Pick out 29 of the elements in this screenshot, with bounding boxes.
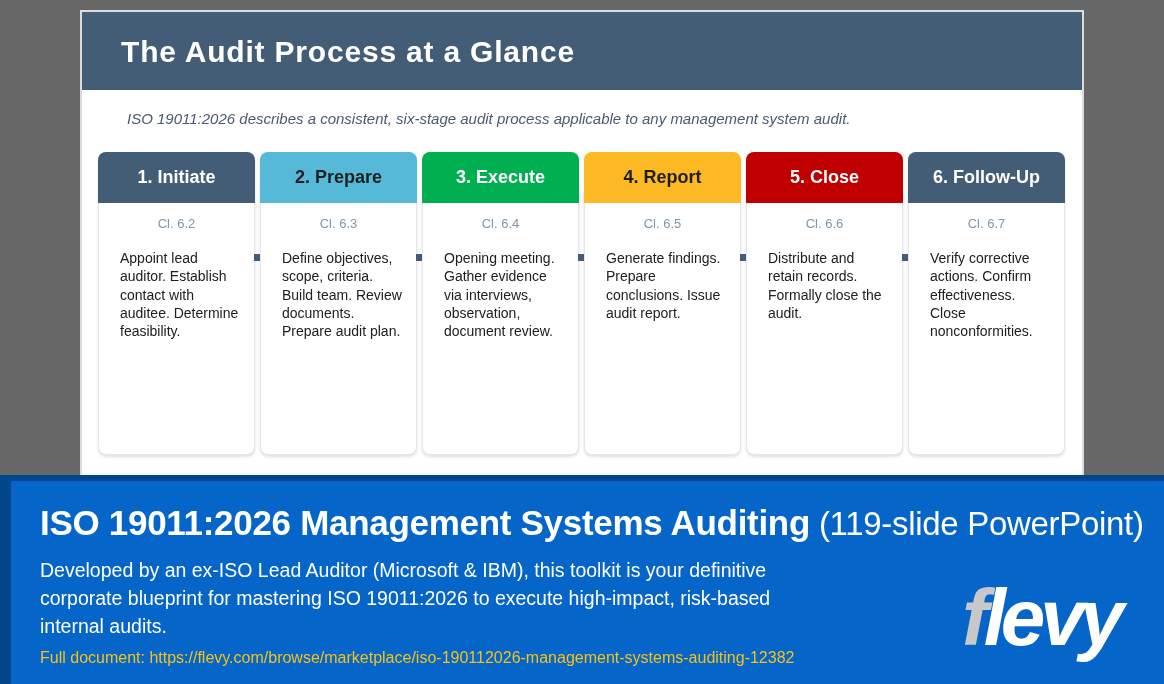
clause-reference: Cl. 6.6 xyxy=(804,216,845,232)
connector-marker-icon xyxy=(254,254,260,261)
stage-description: Opening meeting. Gather evidence via interviews, observation, document review. xyxy=(444,249,556,341)
stage-description: Define objectives, scope, criteria. Build team. Review documents. Prepare audit plan. xyxy=(282,249,403,341)
connector-marker-icon xyxy=(578,254,584,261)
stage-title: 5. Close xyxy=(746,152,903,203)
clause-reference: Cl. 6.5 xyxy=(642,216,683,232)
document-link[interactable]: Full document: https://flevy.com/browse/marketplace/iso-190112026-management-systems-auditing-12382 xyxy=(40,648,795,668)
stage-title: 1. Initiate xyxy=(98,152,255,203)
stage-title: 2. Prepare xyxy=(260,152,417,203)
connector-marker-icon xyxy=(416,254,422,261)
connector-marker-icon xyxy=(740,254,746,261)
clause-reference: Cl. 6.3 xyxy=(318,216,359,232)
stage-title: 6. Follow-Up xyxy=(908,152,1065,203)
stage-description: Generate findings. Prepare conclusions. Issue audit report. xyxy=(606,249,722,323)
stage-description: Appoint lead auditor. Establish contact with auditee. Determine feasibility. xyxy=(120,249,240,341)
banner-title: ISO 19011:2026 Management Systems Auditing (119-slide PowerPoint) xyxy=(40,503,1145,544)
stage-title: 4. Report xyxy=(584,152,741,203)
stage-title: 3. Execute xyxy=(422,152,579,203)
connector-marker-icon xyxy=(902,254,908,261)
banner-description: Developed by an ex-ISO Lead Auditor (Microsoft & IBM), this toolkit is your definitive corporate blueprint for mastering ISO 19011:2026 to execute high-impact, risk-based internal audits. xyxy=(40,558,772,639)
brand-logo: flevy xyxy=(958,572,1134,664)
clause-reference: Cl. 6.4 xyxy=(480,216,521,232)
stage-description: Distribute and retain records. Formally close the audit. xyxy=(768,249,883,323)
clause-reference: Cl. 6.7 xyxy=(966,216,1007,232)
clause-reference: Cl. 6.2 xyxy=(156,216,197,232)
stage-description: Verify corrective actions. Confirm effectiveness. Close nonconformities. xyxy=(930,249,1034,341)
slide-title: The Audit Process at a Glance xyxy=(121,35,575,69)
slide-subtitle: ISO 19011:2026 describes a consistent, six-stage audit process applicable to any management system audit. xyxy=(127,110,852,128)
